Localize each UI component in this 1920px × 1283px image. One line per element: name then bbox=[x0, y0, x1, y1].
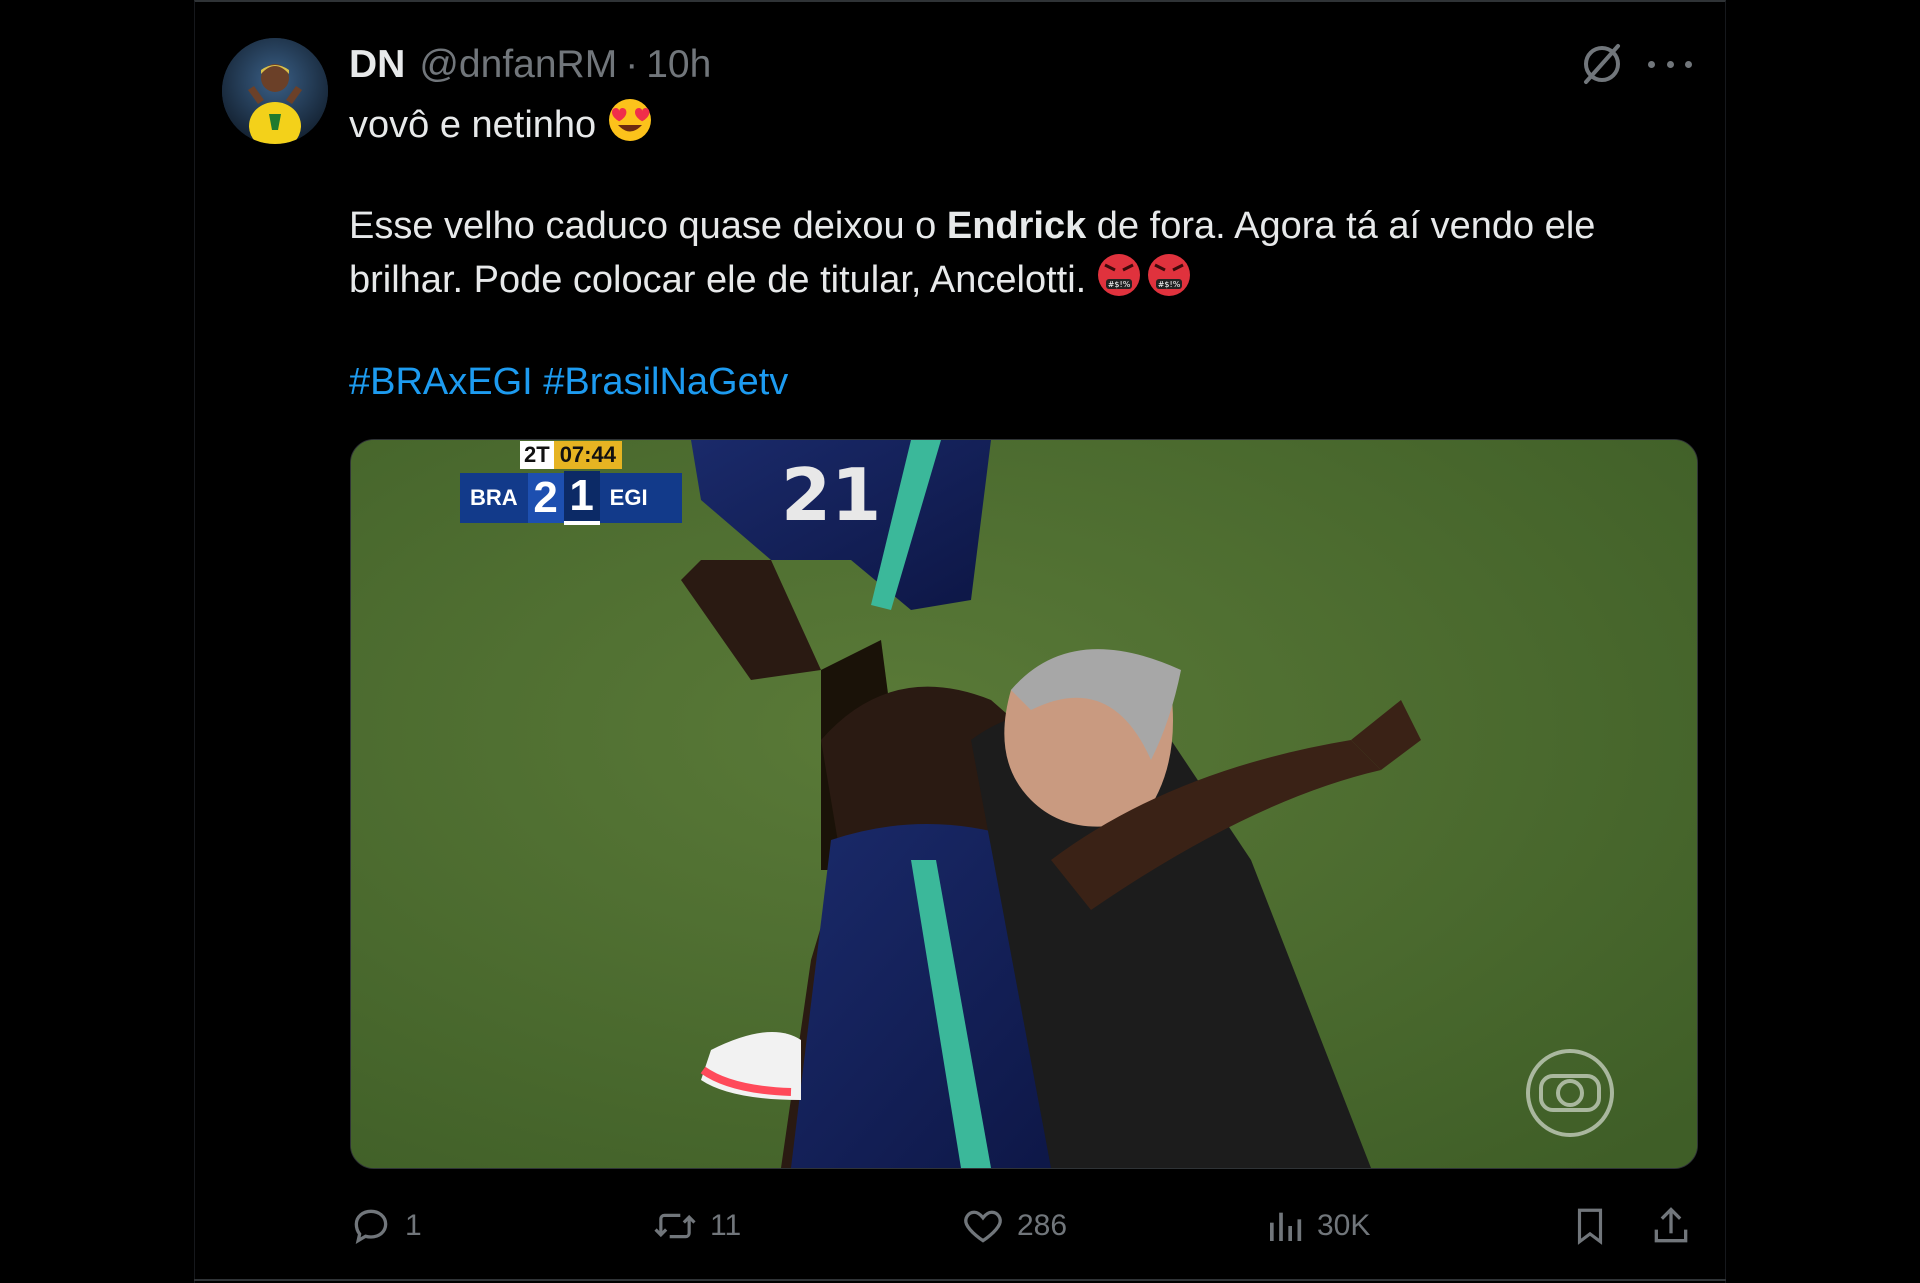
grok-icon[interactable] bbox=[1578, 40, 1626, 88]
away-score: 1 bbox=[563, 471, 600, 525]
like-button[interactable]: 286 bbox=[961, 1196, 1067, 1256]
divider bbox=[194, 1279, 1726, 1281]
bookmark-icon bbox=[1577, 1208, 1603, 1245]
score-bar: BRA 2 1 EGI bbox=[460, 471, 682, 525]
tweet-text-line-3: brilhar. Pode colocar ele de titular, An… bbox=[349, 252, 1689, 312]
tweet-actions: 1 11 286 30K bbox=[349, 1196, 1695, 1256]
media-image: 21 bbox=[351, 440, 1697, 1168]
angry-face-emoji-icon: #$!% bbox=[1096, 252, 1142, 312]
svg-text:#$!%: #$!% bbox=[1108, 280, 1131, 289]
text-line-2-pre: Esse velho caduco quase deixou o bbox=[349, 205, 947, 247]
tweet-header: DN @dnfanRM · 10h bbox=[349, 40, 711, 90]
angry-face-emoji-icon: #$!% bbox=[1146, 252, 1192, 312]
heart-eyes-emoji-icon bbox=[606, 96, 654, 158]
home-score: 2 bbox=[527, 473, 564, 523]
text-line-1: vovô e netinho bbox=[349, 104, 597, 147]
reply-icon bbox=[354, 1209, 388, 1245]
tweet-text-line-1: vovô e netinho bbox=[349, 96, 1689, 158]
reply-count: 1 bbox=[405, 1209, 422, 1242]
avatar[interactable] bbox=[222, 38, 328, 144]
hashtag-link[interactable]: #BRAxEGI bbox=[349, 361, 533, 403]
avatar-image bbox=[222, 38, 328, 144]
hashtags: #BRAxEGI #BrasilNaGetv bbox=[349, 356, 1689, 408]
match-clock: 07:44 bbox=[553, 441, 622, 469]
broadcaster-logo-icon bbox=[1525, 1048, 1615, 1138]
share-icon bbox=[1654, 1207, 1688, 1243]
svg-text:#$!%: #$!% bbox=[1158, 280, 1181, 289]
home-team: BRA bbox=[470, 485, 518, 510]
tweet-text-line-2: Esse velho caduco quase deixou o Endrick… bbox=[349, 200, 1689, 252]
reply-button[interactable]: 1 bbox=[349, 1196, 422, 1256]
views-icon bbox=[1270, 1212, 1302, 1241]
scoreboard-overlay: 2T 07:44 BRA 2 1 EGI bbox=[460, 441, 682, 525]
away-team: EGI bbox=[609, 485, 648, 510]
hashtag-link[interactable]: #BrasilNaGetv bbox=[543, 361, 788, 403]
tweet-media[interactable]: 21 bbox=[350, 439, 1698, 1169]
timestamp[interactable]: 10h bbox=[646, 43, 711, 87]
more-options-icon[interactable] bbox=[1648, 46, 1692, 82]
match-half: 2T bbox=[520, 441, 554, 469]
views-count: 30K bbox=[1317, 1209, 1371, 1242]
author-handle[interactable]: @dnfanRM bbox=[419, 43, 617, 87]
repost-icon bbox=[654, 1213, 696, 1239]
repost-count: 11 bbox=[710, 1209, 742, 1242]
bookmark-button[interactable] bbox=[1569, 1196, 1623, 1256]
match-time: 2T 07:44 bbox=[520, 441, 622, 469]
text-line-2-bold: Endrick bbox=[946, 205, 1087, 247]
separator-dot: · bbox=[625, 43, 639, 86]
author-name[interactable]: DN bbox=[349, 43, 405, 87]
player-number: 21 bbox=[781, 453, 881, 537]
heart-icon bbox=[964, 1210, 1002, 1243]
text-line-3: brilhar. Pode colocar ele de titular, An… bbox=[349, 259, 1087, 302]
text-line-2-post: de fora. Agora tá aí vendo ele bbox=[1086, 205, 1596, 247]
like-count: 286 bbox=[1017, 1209, 1068, 1242]
share-button[interactable] bbox=[1649, 1196, 1705, 1256]
repost-button[interactable]: 11 bbox=[652, 1196, 741, 1256]
views-button[interactable]: 30K bbox=[1265, 1196, 1370, 1256]
